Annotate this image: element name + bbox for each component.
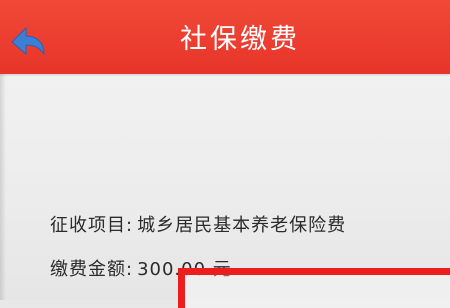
app-screen: 社保缴费 征收项目: 城乡居民基本养老保险费 缴费金额: 300.00 元 <box>0 0 450 308</box>
back-arrow-icon <box>11 26 45 56</box>
payment-amount-label: 缴费金额: <box>50 259 134 280</box>
collection-item-row: 征收项目: 城乡居民基本养老保险费 <box>50 211 346 237</box>
collection-item-label: 征收项目: <box>50 215 134 236</box>
page-title: 社保缴费 <box>180 24 300 55</box>
screen-edge-shadow <box>0 74 6 300</box>
back-button[interactable] <box>6 24 48 60</box>
collection-item-value: 城乡居民基本养老保险费 <box>137 215 347 236</box>
title-bar: 社保缴费 <box>0 0 450 74</box>
highlight-box <box>178 268 450 308</box>
